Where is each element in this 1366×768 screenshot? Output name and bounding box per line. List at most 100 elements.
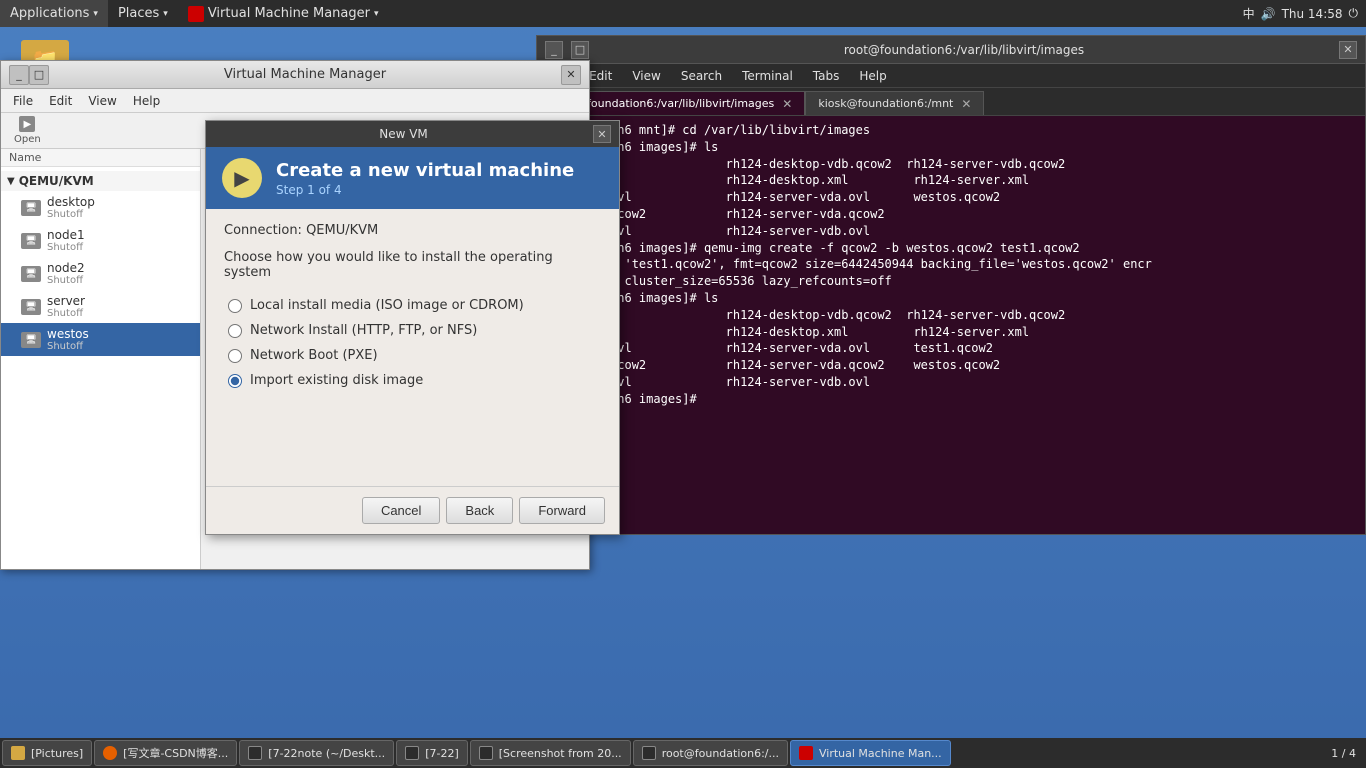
taskbar-label-5: root@foundation6:/... <box>662 747 779 760</box>
vmm-vm-list: 🖥 desktop Shutoff 🖥 node1 Shutoff 🖥 node… <box>1 191 200 356</box>
newvm-forward-btn[interactable]: Forward <box>519 497 605 524</box>
newvm-radio-local[interactable] <box>228 299 242 313</box>
terminal-tab1-close[interactable]: ✕ <box>782 97 792 111</box>
vmm-panel-button[interactable]: Virtual Machine Manager ▾ <box>178 0 389 27</box>
vm-name-desktop: desktop <box>47 195 95 209</box>
newvm-radio-import[interactable] <box>228 374 242 388</box>
vmm-maximize-btn[interactable]: □ <box>29 65 49 85</box>
terminal-tab2-close[interactable]: ✕ <box>961 97 971 111</box>
vmm-vm-server[interactable]: 🖥 server Shutoff <box>1 290 200 323</box>
vmm-close-btn[interactable]: ✕ <box>561 65 581 85</box>
vmm-name-col: Name <box>9 151 41 164</box>
terminal-text: [foundation6 mnt]# cd /var/lib/libvirt/i… <box>545 122 1357 408</box>
newvm-radio-network[interactable] <box>228 324 242 338</box>
vm-info-westos: westos Shutoff <box>47 327 89 352</box>
vm-icon-desktop: 🖥 <box>21 200 41 216</box>
vm-icon-westos: 🖥 <box>21 332 41 348</box>
vmm-menu-help[interactable]: Help <box>125 92 168 110</box>
taskbar-label-1: [写文章-CSDN博客... <box>123 745 228 761</box>
terminal-menu-view[interactable]: View <box>624 67 668 85</box>
taskbar-item-6[interactable]: Virtual Machine Man... <box>790 740 951 766</box>
places-arrow: ▾ <box>163 9 168 19</box>
terminal-maximize-btn[interactable]: □ <box>571 41 589 59</box>
taskbar-label-3: [7-22] <box>425 747 459 760</box>
taskbar-item-2[interactable]: [7-22note (~/Deskt... <box>239 740 394 766</box>
volume-icon: 🔊 <box>1261 7 1276 21</box>
vmm-menu-edit[interactable]: Edit <box>41 92 80 110</box>
vmm-group-arrow: ▼ <box>7 176 15 187</box>
newvm-back-btn[interactable]: Back <box>446 497 513 524</box>
taskbar-icon-4 <box>479 746 493 760</box>
taskbar-label-0: [Pictures] <box>31 747 83 760</box>
vmm-panel-arrow: ▾ <box>374 9 379 19</box>
vm-name-node2: node2 <box>47 261 85 275</box>
newvm-option-local[interactable]: Local install media (ISO image or CDROM) <box>228 298 601 313</box>
applications-arrow: ▾ <box>93 9 98 19</box>
vmm-vm-node2[interactable]: 🖥 node2 Shutoff <box>1 257 200 290</box>
vm-status-westos: Shutoff <box>47 341 89 352</box>
taskbar-item-5[interactable]: root@foundation6:/... <box>633 740 788 766</box>
terminal-close-btn[interactable]: ✕ <box>1339 41 1357 59</box>
newvm-body: Connection: QEMU/KVM Choose how you woul… <box>206 209 619 486</box>
vmm-sidebar: Name ▼ QEMU/KVM 🖥 desktop Shutoff 🖥 node… <box>1 149 201 569</box>
terminal-menu-tabs[interactable]: Tabs <box>805 67 848 85</box>
terminal-tab-2[interactable]: kiosk@foundation6:/mnt ✕ <box>805 91 984 115</box>
vmm-menu-view[interactable]: View <box>80 92 124 110</box>
newvm-header: ▶ Create a new virtual machine Step 1 of… <box>206 147 619 209</box>
newvm-option-label-import: Import existing disk image <box>250 373 423 388</box>
newvm-radio-pxe[interactable] <box>228 349 242 363</box>
taskbar-item-3[interactable]: [7-22] <box>396 740 468 766</box>
taskbar-label-2: [7-22note (~/Deskt... <box>268 747 385 760</box>
taskbar-label-6: Virtual Machine Man... <box>819 747 942 760</box>
network-icon: 中 <box>1243 5 1255 22</box>
newvm-cancel-btn[interactable]: Cancel <box>362 497 440 524</box>
vmm-menu-file[interactable]: File <box>5 92 41 110</box>
terminal-titlebar: _ □ root@foundation6:/var/lib/libvirt/im… <box>537 36 1365 64</box>
newvm-option-pxe[interactable]: Network Boot (PXE) <box>228 348 601 363</box>
taskbar-item-0[interactable]: [Pictures] <box>2 740 92 766</box>
clock: Thu 14:58 <box>1282 7 1343 21</box>
power-icon[interactable]: ⏻ <box>1349 6 1359 21</box>
terminal-minimize-btn[interactable]: _ <box>545 41 563 59</box>
vm-icon-server: 🖥 <box>21 299 41 315</box>
vmm-group-header[interactable]: ▼ QEMU/KVM <box>1 171 200 191</box>
places-menu[interactable]: Places ▾ <box>108 0 178 27</box>
terminal-menu-search[interactable]: Search <box>673 67 730 85</box>
applications-menu[interactable]: Applications ▾ <box>0 0 108 27</box>
vmm-panel-label: Virtual Machine Manager <box>208 6 370 21</box>
newvm-main-title: Create a new virtual machine <box>276 160 574 181</box>
vmm-menubar: File Edit View Help <box>1 89 589 113</box>
terminal-menubar: File Edit View Search Terminal Tabs Help <box>537 64 1365 88</box>
vmm-minimize-btn[interactable]: _ <box>9 65 29 85</box>
newvm-option-import[interactable]: Import existing disk image <box>228 373 601 388</box>
taskbar-item-1[interactable]: [写文章-CSDN博客... <box>94 740 237 766</box>
vmm-panel-icon <box>188 6 204 22</box>
vmm-open-btn[interactable]: ▶ Open <box>5 113 50 148</box>
vmm-vm-westos[interactable]: 🖥 westos Shutoff <box>1 323 200 356</box>
newvm-option-label-pxe: Network Boot (PXE) <box>250 348 378 363</box>
terminal-tabs: root@foundation6:/var/lib/libvirt/images… <box>537 88 1365 116</box>
newvm-dialog-title: New VM <box>214 127 593 141</box>
taskbar-icon-3 <box>405 746 419 760</box>
newvm-dialog: New VM ✕ ▶ Create a new virtual machine … <box>205 120 620 535</box>
vm-info-server: server Shutoff <box>47 294 85 319</box>
taskbar-item-4[interactable]: [Screenshot from 20... <box>470 740 631 766</box>
vmm-vm-desktop[interactable]: 🖥 desktop Shutoff <box>1 191 200 224</box>
vm-status-desktop: Shutoff <box>47 209 95 220</box>
newvm-option-label-network: Network Install (HTTP, FTP, or NFS) <box>250 323 477 338</box>
terminal-content[interactable]: [foundation6 mnt]# cd /var/lib/libvirt/i… <box>537 116 1365 534</box>
newvm-option-network[interactable]: Network Install (HTTP, FTP, or NFS) <box>228 323 601 338</box>
newvm-header-text: Create a new virtual machine Step 1 of 4 <box>276 160 574 197</box>
vmm-group: ▼ QEMU/KVM 🖥 desktop Shutoff 🖥 node1 Shu… <box>1 167 200 360</box>
vmm-sidebar-name-header: Name <box>1 149 200 167</box>
vm-status-server: Shutoff <box>47 308 85 319</box>
applications-label: Applications <box>10 6 89 21</box>
vmm-group-label: QEMU/KVM <box>19 174 94 188</box>
terminal-menu-help[interactable]: Help <box>851 67 894 85</box>
vmm-titlebar: _ □ Virtual Machine Manager ✕ <box>1 61 589 89</box>
newvm-dialog-close[interactable]: ✕ <box>593 125 611 143</box>
newvm-connection: Connection: QEMU/KVM <box>224 223 601 238</box>
vm-name-server: server <box>47 294 85 308</box>
vmm-vm-node1[interactable]: 🖥 node1 Shutoff <box>1 224 200 257</box>
terminal-menu-terminal[interactable]: Terminal <box>734 67 801 85</box>
